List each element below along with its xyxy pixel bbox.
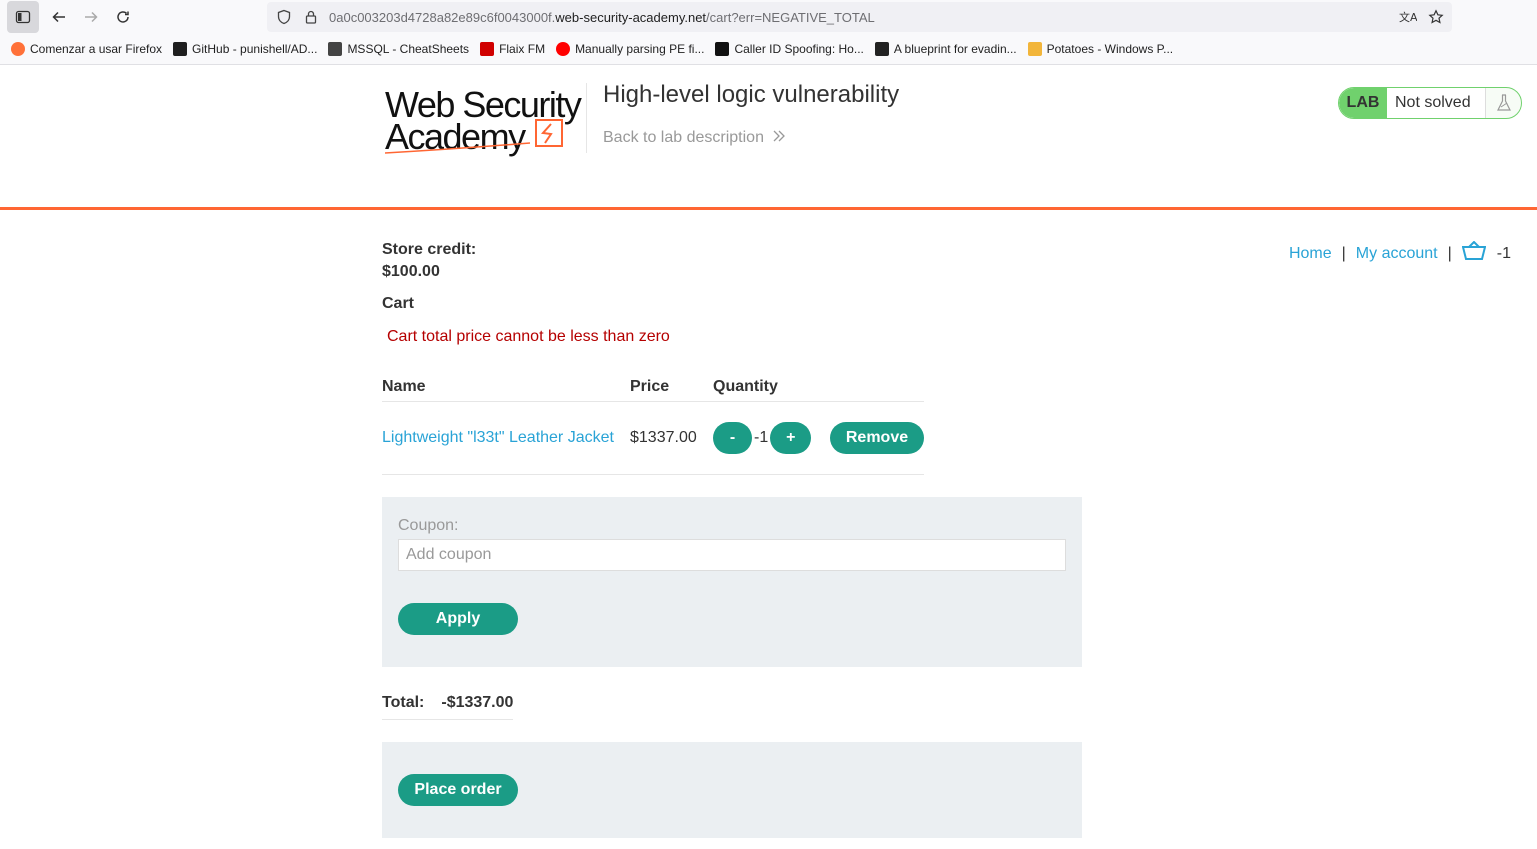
bookmark-item[interactable]: A blueprint for evadin...: [874, 42, 1017, 56]
forward-arrow-icon[interactable]: [75, 1, 107, 33]
column-header-action: [830, 373, 924, 402]
url-path: /cart?err=NEGATIVE_TOTAL: [706, 9, 875, 25]
column-header-price: Price: [630, 373, 713, 402]
product-name-cell: Lightweight "l33t" Leather Jacket: [382, 401, 630, 475]
cart-heading: Cart: [382, 295, 415, 312]
nav-separator: |: [1341, 244, 1346, 262]
github-icon: [173, 42, 188, 56]
increase-quantity-button[interactable]: +: [770, 421, 812, 454]
coupon-input[interactable]: Add coupon: [398, 539, 1066, 571]
top-nav: Home | My account | -1: [1289, 240, 1511, 266]
browser-toolbar: 0a0c003203d4728a82e89c6f0043000f.web-sec…: [0, 0, 1537, 34]
my-account-link[interactable]: My account: [1356, 245, 1438, 263]
nav-separator: |: [1447, 244, 1452, 262]
lab-status-widget: LAB Not solved: [1338, 87, 1522, 119]
bookmark-item[interactable]: Caller ID Spoofing: Ho...: [715, 42, 864, 56]
url-subdomain: 0a0c003203d4728a82e89c6f0043000f.: [329, 9, 556, 25]
column-header-name: Name: [382, 373, 630, 402]
svg-text:文A: 文A: [1399, 10, 1417, 24]
lab-title: High-level logic vulnerability: [603, 81, 900, 108]
url-text[interactable]: 0a0c003203d4728a82e89c6f0043000f.web-sec…: [329, 10, 875, 25]
reload-icon[interactable]: [107, 1, 139, 33]
error-message: Cart total price cannot be less than zer…: [387, 328, 670, 345]
remove-cell: Remove: [830, 401, 924, 475]
flaix-icon: [480, 42, 495, 56]
bookmark-item[interactable]: MSSQL - CheatSheets: [328, 42, 469, 56]
back-to-lab-link[interactable]: Back to lab description: [603, 129, 786, 147]
bookmark-label: Potatoes - Windows P...: [1046, 42, 1174, 56]
bookmarks-bar: Comenzar a usar Firefox GitHub - punishel…: [0, 34, 1537, 65]
back-link-label: Back to lab description: [603, 129, 764, 146]
academy-header: Web Security Academy High-level logic vu…: [0, 65, 1537, 208]
home-link[interactable]: Home: [1289, 245, 1332, 263]
shield-icon[interactable]: [276, 9, 292, 30]
table-header-row: Name Price Quantity: [382, 373, 924, 402]
quantity-cell: - -1 +: [713, 401, 830, 475]
place-order-button[interactable]: Place order: [398, 774, 518, 806]
lock-icon[interactable]: [303, 9, 319, 30]
firefox-icon: [11, 42, 25, 56]
store-credit-label: Store credit:: [382, 241, 477, 258]
bookmark-item[interactable]: Flaix FM: [480, 42, 545, 56]
total-row: Total: -$1337.00: [382, 694, 514, 720]
lab-badge: LAB: [1339, 88, 1387, 118]
quantity-stepper: - -1 +: [713, 421, 830, 454]
flask-icon: [1485, 88, 1521, 118]
back-arrow-icon[interactable]: [43, 1, 75, 33]
table-row: Lightweight "l33t" Leather Jacket $1337.…: [382, 401, 924, 475]
bookmark-item[interactable]: GitHub - punishell/AD...: [173, 42, 317, 56]
potato-icon: [1027, 42, 1042, 56]
terminal-icon: [874, 42, 889, 56]
coupon-form: Coupon: Add coupon Apply: [382, 497, 1082, 667]
bookmark-item[interactable]: Potatoes - Windows P...: [1027, 42, 1174, 56]
total-value: -$1337.00: [441, 694, 514, 711]
star-bookmark-icon[interactable]: [1428, 9, 1444, 30]
bookmark-label: MSSQL - CheatSheets: [347, 42, 470, 56]
url-domain: web-security-academy.net: [555, 9, 707, 25]
product-link[interactable]: Lightweight "l33t" Leather Jacket: [382, 429, 614, 446]
column-header-quantity: Quantity: [713, 373, 830, 402]
cart-basket-icon[interactable]: [1461, 240, 1487, 266]
bookmark-label: Comenzar a usar Firefox: [30, 42, 163, 56]
bookmark-item[interactable]: Comenzar a usar Firefox: [11, 42, 162, 56]
bookmark-label: Caller ID Spoofing: Ho...: [734, 42, 864, 56]
store-credit-value: $100.00: [382, 263, 440, 280]
double-chevron-right-icon: [772, 129, 786, 146]
bookmark-label: Manually parsing PE fi...: [575, 42, 705, 56]
decrease-quantity-button[interactable]: -: [713, 421, 752, 454]
bookmark-label: A blueprint for evadin...: [893, 42, 1017, 56]
header-divider: [586, 83, 587, 153]
bookmark-item[interactable]: Manually parsing PE fi...: [556, 42, 704, 56]
product-price: $1337.00: [630, 401, 713, 475]
coupon-label: Coupon:: [398, 517, 459, 534]
translate-icon[interactable]: 文A: [1399, 9, 1418, 30]
address-bar[interactable]: 0a0c003203d4728a82e89c6f0043000f.web-sec…: [267, 2, 1452, 32]
remove-button[interactable]: Remove: [830, 421, 924, 454]
lab-status-text: Not solved: [1387, 88, 1485, 118]
youtube-icon: [556, 42, 571, 56]
place-order-form: Place order: [382, 742, 1082, 838]
runner-icon: [328, 42, 343, 56]
bookmark-label: GitHub - punishell/AD...: [192, 42, 318, 56]
total-label: Total:: [382, 694, 425, 711]
sidebar-toggle-icon[interactable]: [7, 1, 39, 33]
web-security-academy-logo[interactable]: Web Security Academy: [385, 85, 585, 157]
cart-table: Name Price Quantity Lightweight "l33t" L…: [382, 373, 924, 475]
logo-flash-icon: [385, 119, 563, 154]
dots-icon: [715, 42, 730, 56]
header-accent-rule: [0, 207, 1537, 210]
bookmark-label: Flaix FM: [499, 42, 546, 56]
cart-count: -1: [1496, 244, 1511, 262]
apply-coupon-button[interactable]: Apply: [398, 603, 518, 635]
quantity-value: -1: [754, 428, 769, 446]
